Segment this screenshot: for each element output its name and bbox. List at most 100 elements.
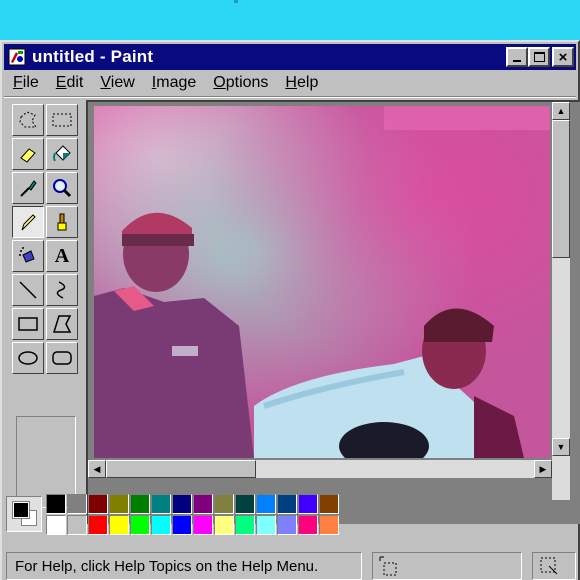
palette-swatch[interactable] — [67, 515, 87, 535]
tool-eraser[interactable] — [12, 138, 44, 170]
stage-photo — [94, 106, 550, 458]
current-colors[interactable] — [6, 496, 42, 532]
vertical-scrollbar[interactable]: ▲ ▼ — [552, 102, 570, 500]
close-button[interactable]: × — [552, 47, 574, 67]
menu-view-accelerator: V — [100, 74, 111, 91]
palette-swatch[interactable] — [214, 494, 234, 514]
foreground-color[interactable] — [12, 501, 30, 519]
tool-airbrush[interactable] — [12, 240, 44, 272]
tool-ellipse[interactable] — [12, 342, 44, 374]
palette-swatch[interactable] — [88, 494, 108, 514]
palette-swatch[interactable] — [319, 515, 339, 535]
scroll-right-button[interactable]: ▶ — [534, 460, 552, 478]
menu-view-label: iew — [110, 74, 135, 91]
menu-image-label: mage — [156, 74, 197, 91]
scroll-left-button[interactable]: ◀ — [88, 460, 106, 478]
close-icon: × — [558, 48, 568, 66]
line-icon — [19, 281, 37, 299]
palette-swatch[interactable] — [256, 494, 276, 514]
tool-rounded-rectangle[interactable] — [46, 342, 78, 374]
brush-icon — [57, 213, 67, 231]
vertical-scroll-thumb[interactable] — [552, 120, 570, 258]
palette-swatch[interactable] — [130, 515, 150, 535]
palette-swatch[interactable] — [256, 515, 276, 535]
palette-swatch[interactable] — [235, 494, 255, 514]
menu-options[interactable]: Options — [204, 74, 276, 92]
paint-app-icon[interactable] — [8, 48, 26, 66]
maximize-button[interactable] — [528, 47, 550, 67]
palette-swatch[interactable] — [67, 494, 87, 514]
color-picker-icon — [20, 180, 37, 197]
canvas-image[interactable] — [94, 106, 550, 458]
palette-swatch[interactable] — [214, 515, 234, 535]
curve-icon — [56, 281, 66, 299]
text-icon: A — [54, 244, 70, 267]
tool-rectangle[interactable] — [12, 308, 44, 340]
palette-swatch[interactable] — [277, 494, 297, 514]
palette-swatch[interactable] — [193, 515, 213, 535]
menu-file[interactable]: File — [4, 74, 47, 92]
canvas-area: ▲ ▼ ◀ ▶ — [86, 100, 580, 524]
arrow-up-icon: ▲ — [556, 106, 566, 116]
window-title: untitled - Paint — [32, 47, 154, 66]
palette-swatch[interactable] — [172, 515, 192, 535]
palette-swatch[interactable] — [46, 494, 66, 514]
menu-help-accelerator: H — [285, 74, 297, 91]
palette-swatch[interactable] — [88, 515, 108, 535]
menu-bar: File Edit View Image Options Help — [4, 72, 576, 94]
palette-swatch[interactable] — [109, 515, 129, 535]
tool-select[interactable] — [46, 104, 78, 136]
palette-swatch[interactable] — [130, 494, 150, 514]
arrow-right-icon: ▶ — [539, 463, 547, 474]
tool-free-form-select[interactable] — [12, 104, 44, 136]
horizontal-scroll-thumb[interactable] — [106, 460, 256, 478]
palette-swatch[interactable] — [172, 494, 192, 514]
rect-select-icon — [52, 113, 72, 127]
minimize-icon — [513, 60, 521, 62]
menu-help-label: elp — [296, 74, 319, 91]
palette-swatch[interactable] — [277, 515, 297, 535]
tool-magnifier[interactable] — [46, 172, 78, 204]
window-controls: × — [506, 47, 574, 67]
menu-file-accelerator: F — [13, 74, 23, 91]
menu-help[interactable]: Help — [276, 74, 326, 92]
menu-view[interactable]: View — [91, 74, 142, 92]
ellipse-icon — [18, 351, 38, 365]
tool-fill[interactable] — [46, 138, 78, 170]
arrow-left-icon: ◀ — [93, 463, 101, 474]
fill-bucket-icon — [53, 145, 71, 162]
menu-edit[interactable]: Edit — [47, 74, 92, 92]
tool-curve[interactable] — [46, 274, 78, 306]
palette-swatch[interactable] — [151, 494, 171, 514]
menu-edit-label: dit — [66, 74, 84, 91]
free-form-select-icon — [19, 111, 37, 128]
menu-image[interactable]: Image — [143, 74, 204, 92]
tool-pencil[interactable] — [12, 206, 44, 238]
tool-brush[interactable] — [46, 206, 78, 238]
palette-swatch[interactable] — [298, 494, 318, 514]
minimize-button[interactable] — [506, 47, 528, 67]
airbrush-icon — [19, 247, 35, 263]
scroll-down-button[interactable]: ▼ — [552, 438, 570, 456]
status-size-pane — [532, 552, 576, 580]
pencil-icon — [21, 214, 36, 231]
tool-text[interactable]: A — [46, 240, 78, 272]
horizontal-scrollbar[interactable]: ◀ ▶ — [88, 460, 552, 478]
palette-swatch[interactable] — [109, 494, 129, 514]
title-bar[interactable]: untitled - Paint × — [4, 44, 576, 70]
palette-swatch[interactable] — [193, 494, 213, 514]
status-coordinates-pane — [372, 552, 522, 580]
tool-pick-color[interactable] — [12, 172, 44, 204]
toolbox: A — [8, 100, 80, 508]
scroll-up-button[interactable]: ▲ — [552, 102, 570, 120]
palette-swatch[interactable] — [235, 515, 255, 535]
menu-edit-accelerator: E — [55, 74, 67, 91]
tool-line[interactable] — [12, 274, 44, 306]
palette-swatch[interactable] — [46, 515, 66, 535]
tool-polygon[interactable] — [46, 308, 78, 340]
palette-swatch[interactable] — [151, 515, 171, 535]
palette-swatch[interactable] — [319, 494, 339, 514]
palette-swatch[interactable] — [298, 515, 318, 535]
arrow-down-icon: ▼ — [556, 442, 566, 452]
magnifier-icon — [53, 179, 72, 198]
